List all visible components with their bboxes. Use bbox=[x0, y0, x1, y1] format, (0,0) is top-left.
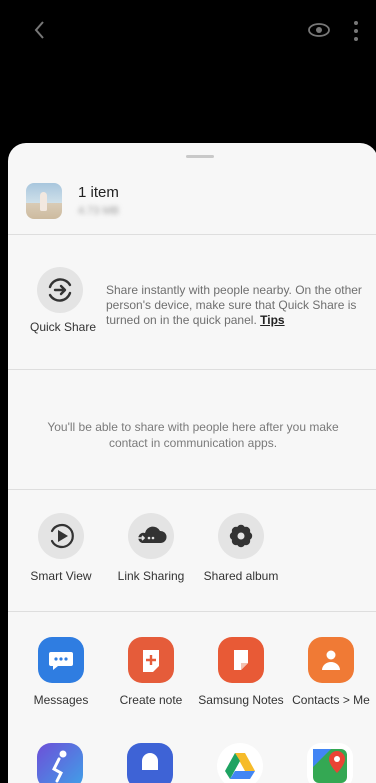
app-icon-partial[interactable] bbox=[307, 743, 353, 783]
share-option-label: Smart View bbox=[30, 569, 92, 583]
smart-view-icon bbox=[50, 523, 74, 549]
running-figure-icon bbox=[52, 750, 67, 783]
app-label: Messages bbox=[33, 693, 89, 707]
messages-icon bbox=[49, 652, 73, 670]
flower-icon bbox=[229, 524, 253, 548]
divider bbox=[8, 611, 376, 612]
share-option-shared-album[interactable]: Shared album bbox=[196, 513, 286, 584]
more-options-icon[interactable] bbox=[350, 18, 362, 44]
cloud-link-icon bbox=[138, 526, 167, 543]
app-contacts-me[interactable]: Contacts > Me bbox=[286, 637, 376, 708]
share-sheet: 1 item 4.73 MB Quick Share Share instant… bbox=[8, 143, 376, 783]
app-create-note[interactable]: Create note bbox=[106, 637, 196, 708]
share-option-link-sharing[interactable]: Link Sharing bbox=[106, 513, 196, 584]
google-maps-icon bbox=[313, 749, 347, 783]
samsung-notes-icon bbox=[234, 650, 248, 670]
app-messages[interactable]: Messages bbox=[16, 637, 106, 708]
divider bbox=[8, 489, 376, 490]
drag-handle[interactable] bbox=[186, 155, 214, 158]
eye-icon[interactable] bbox=[306, 20, 332, 40]
divider bbox=[8, 369, 376, 370]
divider bbox=[8, 234, 376, 235]
bell-icon bbox=[142, 753, 158, 770]
tips-link[interactable]: Tips bbox=[260, 313, 284, 327]
item-size: 4.73 MB bbox=[78, 205, 119, 217]
share-option-label: Link Sharing bbox=[117, 569, 185, 583]
app-icon-partial[interactable] bbox=[127, 743, 173, 783]
quick-share-button[interactable] bbox=[37, 267, 83, 313]
create-note-icon bbox=[143, 650, 159, 672]
image-thumbnail bbox=[26, 183, 62, 219]
app-icon-partial[interactable] bbox=[37, 743, 83, 783]
quick-share-icon bbox=[48, 278, 72, 302]
share-option-smart-view[interactable]: Smart View bbox=[16, 513, 106, 584]
contacts-icon bbox=[322, 650, 340, 670]
quick-share-description: Share instantly with people nearby. On t… bbox=[106, 283, 376, 328]
back-icon[interactable] bbox=[26, 16, 54, 44]
app-label: Create note bbox=[119, 693, 183, 707]
app-label: Contacts > Me bbox=[292, 693, 370, 707]
quick-share-description-text: Share instantly with people nearby. On t… bbox=[106, 283, 362, 327]
top-bar bbox=[0, 0, 376, 60]
app-icon-partial[interactable] bbox=[217, 743, 263, 783]
contacts-notice: You'll be able to share with people here… bbox=[47, 420, 339, 450]
app-label: Samsung Notes bbox=[198, 693, 284, 707]
share-option-label: Shared album bbox=[203, 569, 279, 583]
app-samsung-notes[interactable]: Samsung Notes bbox=[196, 637, 286, 708]
quick-share-label: Quick Share bbox=[30, 320, 97, 334]
item-count: 1 item bbox=[78, 184, 119, 201]
google-drive-icon bbox=[225, 753, 255, 779]
